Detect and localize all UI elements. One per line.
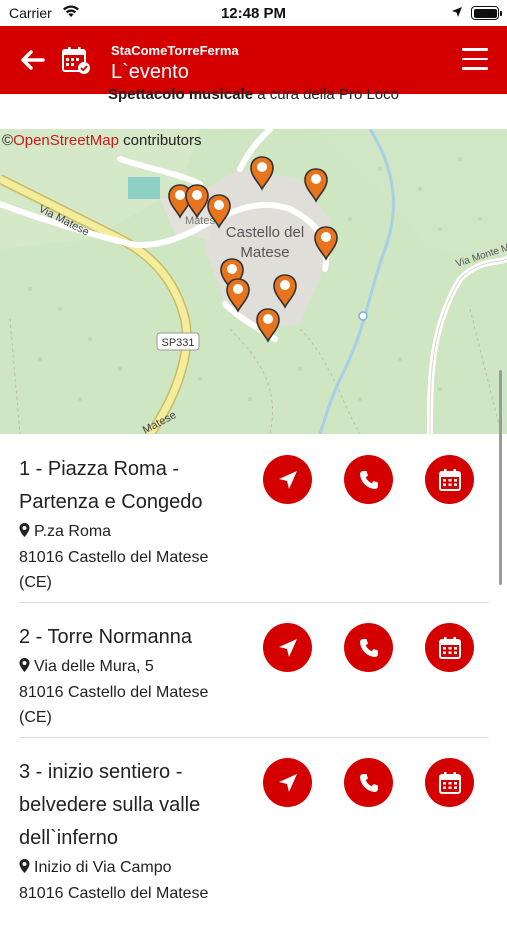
back-arrow-icon[interactable] xyxy=(18,46,46,74)
list-item: 2 - Torre Normanna Via delle Mura, 5 810… xyxy=(19,603,489,738)
stop-name: 2 - Torre Normanna xyxy=(19,626,193,648)
description-bold: Spettacolo musicale xyxy=(108,86,254,103)
call-button[interactable] xyxy=(344,758,393,807)
add-calendar-button[interactable] xyxy=(425,758,474,807)
add-calendar-button[interactable] xyxy=(425,455,474,504)
map-label-town: Castello del xyxy=(226,224,304,241)
openstreetmap-link[interactable]: OpenStreetMap xyxy=(13,132,119,149)
attribution-text: contributors xyxy=(118,132,202,149)
map-pin-icon xyxy=(19,859,30,873)
map-pin-icon xyxy=(19,658,30,672)
page-title: L`evento xyxy=(111,61,189,83)
stop-address: P.za Roma 81016 Castello del Matese (CE) xyxy=(19,519,239,596)
map-label-town-2: Matese xyxy=(240,244,289,261)
map-attribution: ©OpenStreetMap contributors xyxy=(2,132,202,149)
stop-street: Via delle Mura, 5 xyxy=(34,658,154,675)
battery-icon xyxy=(471,6,502,20)
phone-icon xyxy=(359,773,378,792)
call-button[interactable] xyxy=(344,623,393,672)
stop-city: 81016 Castello del Matese xyxy=(19,884,209,902)
route-map[interactable]: Via Matese SP331 Via Monte Mu Matese Mat… xyxy=(0,129,507,434)
map-label-road-2: SP331 xyxy=(161,337,194,349)
navigate-button[interactable] xyxy=(263,455,312,504)
location-arrow-icon xyxy=(452,7,462,17)
calendar-icon xyxy=(438,636,461,659)
phone-icon xyxy=(359,638,378,657)
stop-street: Inizio di Via Campo xyxy=(34,859,172,876)
stop-actions xyxy=(263,455,474,504)
clock: 12:48 PM xyxy=(220,5,287,22)
description-rest: a cura della Pro Loco xyxy=(253,86,399,103)
copyright-symbol: © xyxy=(2,132,14,149)
stop-actions xyxy=(263,623,474,672)
map-tiles: Via Matese SP331 Via Monte Mu Matese Mat… xyxy=(0,129,507,434)
calendar-check-icon xyxy=(62,47,90,74)
phone-icon xyxy=(359,470,378,489)
map-pin-icon xyxy=(19,523,30,537)
list-item: 3 - inizio sentiero - belvedere sulla va… xyxy=(19,738,489,938)
status-bar: Carrier 12:48 PM xyxy=(0,0,507,26)
stop-address: Via delle Mura, 5 81016 Castello del Mat… xyxy=(19,654,239,731)
stop-name: 1 - Piazza Roma - Partenza e Congedo xyxy=(19,458,203,513)
navigation-arrow-icon xyxy=(278,470,297,489)
stop-address: Inizio di Via Campo 81016 Castello del M… xyxy=(19,855,239,906)
call-button[interactable] xyxy=(344,455,393,504)
navigation-arrow-icon xyxy=(278,773,297,792)
list-item: 1 - Piazza Roma - Partenza e Congedo P.z… xyxy=(19,435,489,603)
calendar-icon xyxy=(438,771,461,794)
navigation-arrow-icon xyxy=(278,638,297,657)
stop-city: 81016 Castello del Matese (CE) xyxy=(19,683,209,727)
event-description: Spettacolo musicale a cura della Pro Loc… xyxy=(0,86,507,106)
navigate-button[interactable] xyxy=(263,758,312,807)
calendar-icon xyxy=(438,468,461,491)
app-header: StaComeTorreFerma L`evento xyxy=(0,26,507,94)
stop-street: P.za Roma xyxy=(34,523,112,540)
stop-actions xyxy=(263,758,474,807)
stops-list: 1 - Piazza Roma - Partenza e Congedo P.z… xyxy=(0,435,507,938)
stop-city: 81016 Castello del Matese (CE) xyxy=(19,548,209,592)
stop-name: 3 - inizio sentiero - belvedere sulla va… xyxy=(19,761,201,849)
hamburger-menu-icon[interactable] xyxy=(462,48,488,70)
navigate-button[interactable] xyxy=(263,623,312,672)
add-calendar-button[interactable] xyxy=(425,623,474,672)
app-subtitle: StaComeTorreFerma xyxy=(111,43,239,58)
